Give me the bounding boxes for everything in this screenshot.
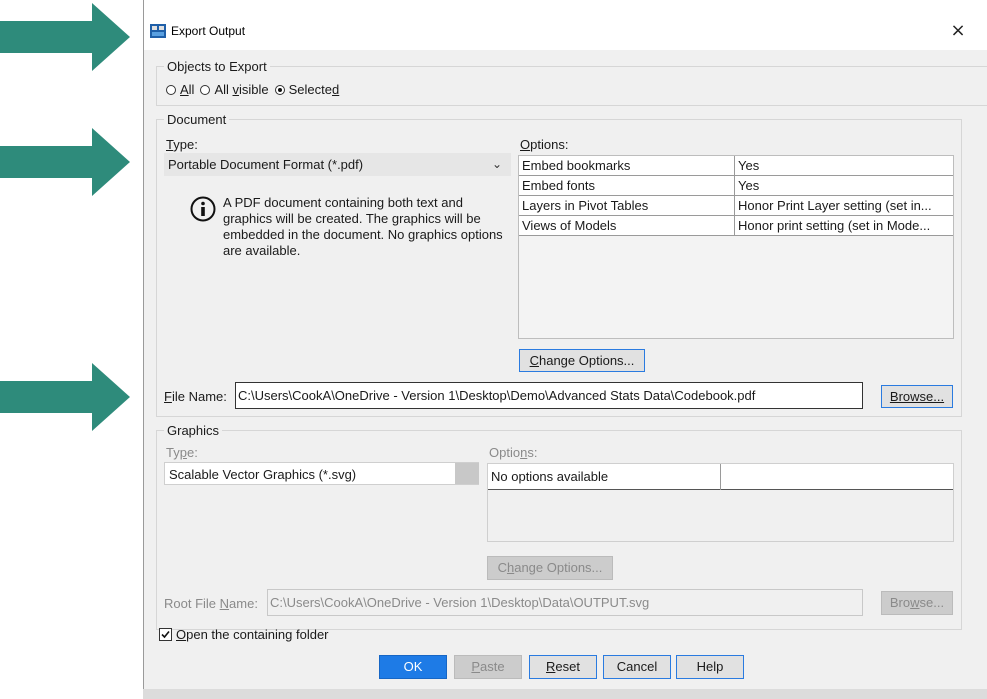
graphics-options-empty xyxy=(721,464,953,490)
radio-all-visible-indicator[interactable] xyxy=(200,84,211,95)
graphics-options-row: No options available xyxy=(488,464,953,490)
graphics-change-options-button[interactable]: Change Options... xyxy=(487,556,613,580)
graphics-browse-button[interactable]: Browse... xyxy=(881,591,953,615)
browse-button[interactable]: Browse... xyxy=(881,385,953,408)
reset-button[interactable]: Reset xyxy=(529,655,597,679)
change-options-button[interactable]: Change Options... xyxy=(519,349,645,372)
graphics-label: Graphics xyxy=(164,423,223,438)
arrow-pointer-filename xyxy=(0,363,130,431)
document-type-select[interactable]: Portable Document Format (*.pdf) ⌄ xyxy=(164,153,511,176)
graphics-options-table: No options available xyxy=(487,463,954,542)
file-name-label: File Name: xyxy=(164,389,227,404)
title-bar: Export Output × xyxy=(144,0,987,50)
option-value[interactable]: Honor print setting (set in Mode... xyxy=(735,216,953,236)
document-type-label: Type: xyxy=(166,137,198,152)
app-icon xyxy=(150,24,166,38)
graphics-type-dropdown-handle[interactable] xyxy=(455,463,479,484)
arrow-pointer-title xyxy=(0,3,130,71)
radio-all-visible-label: All visible xyxy=(214,82,269,97)
open-folder-label[interactable]: Open the containing folder xyxy=(176,627,329,642)
close-button[interactable]: × xyxy=(944,18,972,44)
option-name: Embed fonts xyxy=(519,176,735,196)
document-options-table: Embed bookmarks Yes Embed fonts Yes Laye… xyxy=(518,155,954,339)
chevron-down-icon: ⌄ xyxy=(492,157,503,171)
graphics-options-value: No options available xyxy=(488,464,721,490)
arrow-pointer-type xyxy=(0,128,130,196)
options-row-layers-pivot[interactable]: Layers in Pivot Tables Honor Print Layer… xyxy=(519,196,953,216)
open-folder-checkbox[interactable] xyxy=(159,628,172,641)
root-file-name-input[interactable]: C:\Users\CookA\OneDrive - Version 1\Desk… xyxy=(267,589,863,616)
options-row-embed-fonts[interactable]: Embed fonts Yes xyxy=(519,176,953,196)
document-label: Document xyxy=(164,112,230,127)
radio-all-visible[interactable]: All visible xyxy=(200,82,269,97)
cancel-button[interactable]: Cancel xyxy=(603,655,671,679)
option-name: Views of Models xyxy=(519,216,735,236)
radio-all-label: All xyxy=(180,82,195,97)
option-value[interactable]: Honor Print Layer setting (set in... xyxy=(735,196,953,216)
document-info-text: A PDF document containing both text and … xyxy=(223,195,503,258)
option-name: Embed bookmarks xyxy=(519,156,735,176)
radio-all-indicator[interactable] xyxy=(166,84,176,95)
radio-all[interactable]: All xyxy=(166,82,194,97)
paste-button[interactable]: Paste xyxy=(454,655,522,679)
graphics-options-label: Options: xyxy=(489,445,538,460)
option-value[interactable]: Yes xyxy=(735,176,953,196)
info-icon xyxy=(190,196,216,222)
radio-selected[interactable]: Selected xyxy=(274,82,340,97)
graphics-type-select[interactable]: Scalable Vector Graphics (*.svg) xyxy=(164,462,479,485)
option-name: Layers in Pivot Tables xyxy=(519,196,735,216)
ok-button[interactable]: OK xyxy=(379,655,447,679)
graphics-type-value: Scalable Vector Graphics (*.svg) xyxy=(169,467,357,482)
file-name-input[interactable]: C:\Users\CookA\OneDrive - Version 1\Desk… xyxy=(235,382,863,409)
options-row-views-models[interactable]: Views of Models Honor print setting (set… xyxy=(519,216,953,236)
radio-selected-indicator[interactable] xyxy=(274,84,285,95)
document-options-label: Options: xyxy=(520,137,569,152)
help-button[interactable]: Help xyxy=(676,655,744,679)
checkmark-icon xyxy=(161,630,170,639)
option-value[interactable]: Yes xyxy=(735,156,953,176)
radio-selected-label: Selected xyxy=(288,82,340,97)
options-row-embed-bookmarks[interactable]: Embed bookmarks Yes xyxy=(519,156,953,176)
document-type-value: Portable Document Format (*.pdf) xyxy=(168,157,364,172)
root-file-name-label: Root File Name: xyxy=(164,596,258,611)
background-window-strip xyxy=(143,689,987,699)
objects-to-export-label: Objects to Export xyxy=(164,59,270,74)
graphics-type-label: Type: xyxy=(166,445,198,460)
objects-to-export-radios: All All visible Selected xyxy=(166,82,345,97)
export-output-dialog: Export Output × Objects to Export All Al… xyxy=(143,0,987,689)
dialog-title: Export Output xyxy=(171,24,246,38)
